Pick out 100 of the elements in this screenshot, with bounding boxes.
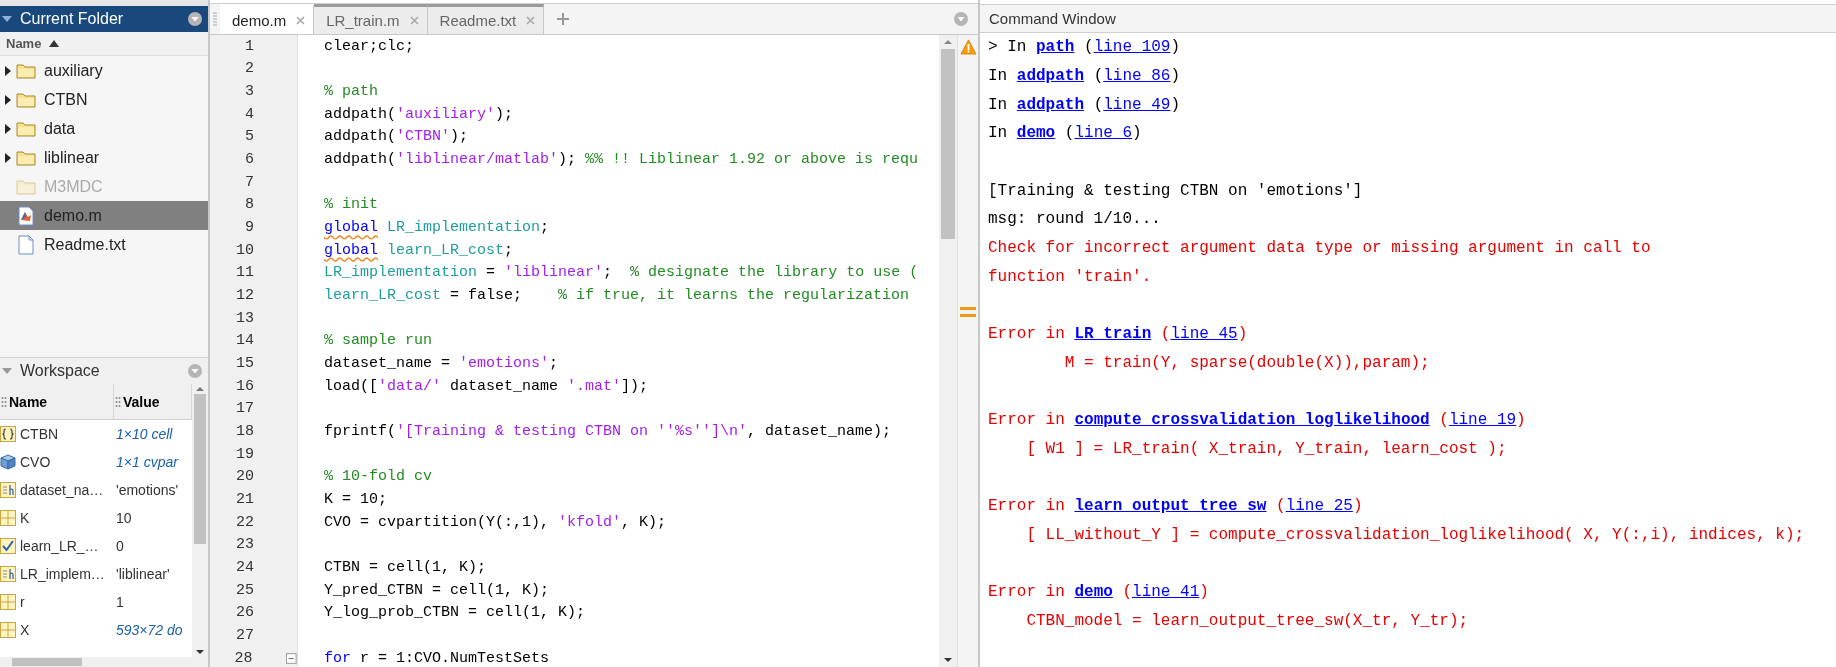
line-link[interactable]: line 41 — [1132, 583, 1200, 602]
char-icon — [0, 482, 16, 498]
function-link[interactable]: addpath — [1016, 95, 1085, 114]
variable-value: 1×10 cell — [116, 426, 173, 442]
line-link[interactable]: line 25 — [1285, 497, 1353, 516]
close-icon[interactable] — [296, 16, 306, 25]
line-link[interactable]: line 49 — [1103, 95, 1171, 114]
output-text: ) — [1170, 95, 1181, 114]
expand-icon[interactable] — [5, 94, 11, 105]
panel-title: Command Window — [989, 10, 1116, 27]
line-number: 14 — [235, 332, 254, 350]
scrollbar-thumb[interactable] — [194, 394, 206, 544]
variable-name[interactable]: LR_implem… — [20, 566, 105, 582]
function-link[interactable]: addpath — [1016, 67, 1085, 86]
output-text: ) — [1237, 325, 1248, 344]
close-icon[interactable] — [526, 16, 536, 25]
document-icon — [16, 234, 36, 255]
file-item[interactable]: demo.m — [0, 201, 208, 230]
line-number: 27 — [235, 626, 254, 644]
variable-name[interactable]: dataset_na… — [20, 482, 104, 498]
variable-name[interactable]: K — [20, 510, 30, 526]
function-link[interactable]: learn_output_tree_sw — [1074, 497, 1267, 516]
code-line: for r = 1:CVO.NumTestSets — [324, 649, 550, 667]
line-link[interactable]: line 109 — [1093, 38, 1171, 57]
line-number: 24 — [235, 558, 254, 576]
folder-icon — [16, 120, 36, 137]
line-number: 7 — [244, 173, 254, 191]
line-number: 15 — [235, 355, 254, 372]
file-tab[interactable]: LR_train.m — [314, 4, 428, 34]
file-tab[interactable]: demo.m — [220, 4, 315, 34]
expand-icon[interactable] — [5, 123, 11, 134]
sort-ascending-icon — [49, 40, 60, 47]
panel-title: Workspace — [20, 362, 101, 380]
panel-title: Current Folder — [20, 10, 125, 28]
line-number: 3 — [244, 83, 254, 101]
output-text: ( — [1159, 325, 1171, 344]
line-link[interactable]: line 86 — [1103, 67, 1171, 86]
column-header[interactable]: Name — [0, 384, 114, 419]
variable-name[interactable]: learn_LR_… — [20, 538, 99, 554]
warning-icon[interactable] — [959, 39, 977, 55]
output-line: M = train(Y, sparse(double(X)),param); — [1063, 353, 1430, 372]
line-number: 12 — [235, 287, 254, 305]
line-link[interactable]: line 45 — [1170, 325, 1238, 344]
expand-icon[interactable] — [5, 152, 11, 163]
grid-icon — [0, 622, 16, 638]
output-text: ) — [1516, 411, 1526, 430]
output-line: [ W1 ] = LR_train( X_train, Y_train, learn_cost ); — [1025, 439, 1507, 458]
code-line: addpath('auxiliary'); — [324, 105, 514, 123]
output-text: Error in — [988, 497, 1066, 516]
checkmark-icon — [0, 538, 16, 554]
code-line: global LR_implementation; — [324, 219, 550, 237]
folder-icon — [16, 178, 36, 195]
code-line: Y_log_prob_CTBN = cell(1, K); — [324, 604, 586, 622]
scrollbar-thumb[interactable] — [941, 49, 955, 239]
function-link[interactable]: compute_crossvalidation_loglikelihood — [1074, 411, 1430, 430]
collapse-icon[interactable] — [2, 14, 12, 24]
function-link[interactable]: path — [1036, 38, 1075, 57]
variable-value: 1×1 cvpar — [116, 454, 178, 470]
function-link[interactable]: demo — [1016, 124, 1056, 143]
variable-name[interactable]: CVO — [20, 454, 51, 470]
output-text: ( — [1063, 124, 1075, 143]
output-line: function 'train'. — [988, 267, 1152, 286]
file-item[interactable]: CTBN — [0, 85, 208, 114]
collapse-icon[interactable] — [2, 366, 12, 376]
output-line: CTBN_model = learn_output_tree_sw(X_tr, Y_tr); — [1025, 612, 1469, 631]
output-text: ) — [1170, 38, 1181, 57]
collapse-icon[interactable] — [286, 652, 297, 664]
expand-icon[interactable] — [5, 65, 11, 76]
add-icon[interactable] — [556, 12, 571, 26]
close-icon[interactable] — [409, 16, 419, 25]
dropdown-icon[interactable] — [188, 12, 202, 26]
file-item[interactable]: Readme.txt — [0, 230, 208, 259]
file-item[interactable]: liblinear — [0, 143, 208, 172]
scrollbar-thumb[interactable] — [12, 658, 82, 666]
line-link[interactable]: line 19 — [1448, 411, 1517, 430]
output-text: ) — [1352, 497, 1363, 516]
line-number: 2 — [244, 60, 254, 78]
variable-name[interactable]: X — [20, 622, 30, 638]
output-text: > In — [988, 38, 1028, 57]
char-icon — [0, 566, 16, 582]
scrollbar[interactable] — [0, 657, 208, 667]
file-item[interactable]: data — [0, 114, 208, 143]
variable-value: 10 — [116, 510, 132, 526]
output-line: [ LL_without_Y ] = compute_crossvalidation_loglikelihood( X, Y(:,i), indices, k); — [1025, 526, 1805, 545]
line-number: 10 — [235, 241, 254, 259]
line-number: 21 — [235, 490, 254, 508]
column-header[interactable]: Name — [0, 32, 208, 56]
line-link[interactable]: line 6 — [1074, 124, 1133, 143]
output-text: ( — [1438, 411, 1449, 430]
warning-marker-icon[interactable] — [960, 307, 976, 317]
file-tab[interactable]: Readme.txt — [427, 4, 545, 34]
output-text: In — [988, 67, 1009, 86]
variable-name[interactable]: CTBN — [20, 426, 59, 442]
output-text: Error in — [988, 583, 1066, 602]
function-link[interactable]: LR_train — [1074, 325, 1152, 344]
file-item[interactable]: auxiliary — [0, 56, 208, 85]
variable-name[interactable]: r — [20, 594, 25, 610]
function-link[interactable]: demo — [1074, 583, 1113, 602]
code-line: addpath('CTBN'); — [324, 128, 469, 146]
scrollbar[interactable] — [939, 35, 957, 667]
